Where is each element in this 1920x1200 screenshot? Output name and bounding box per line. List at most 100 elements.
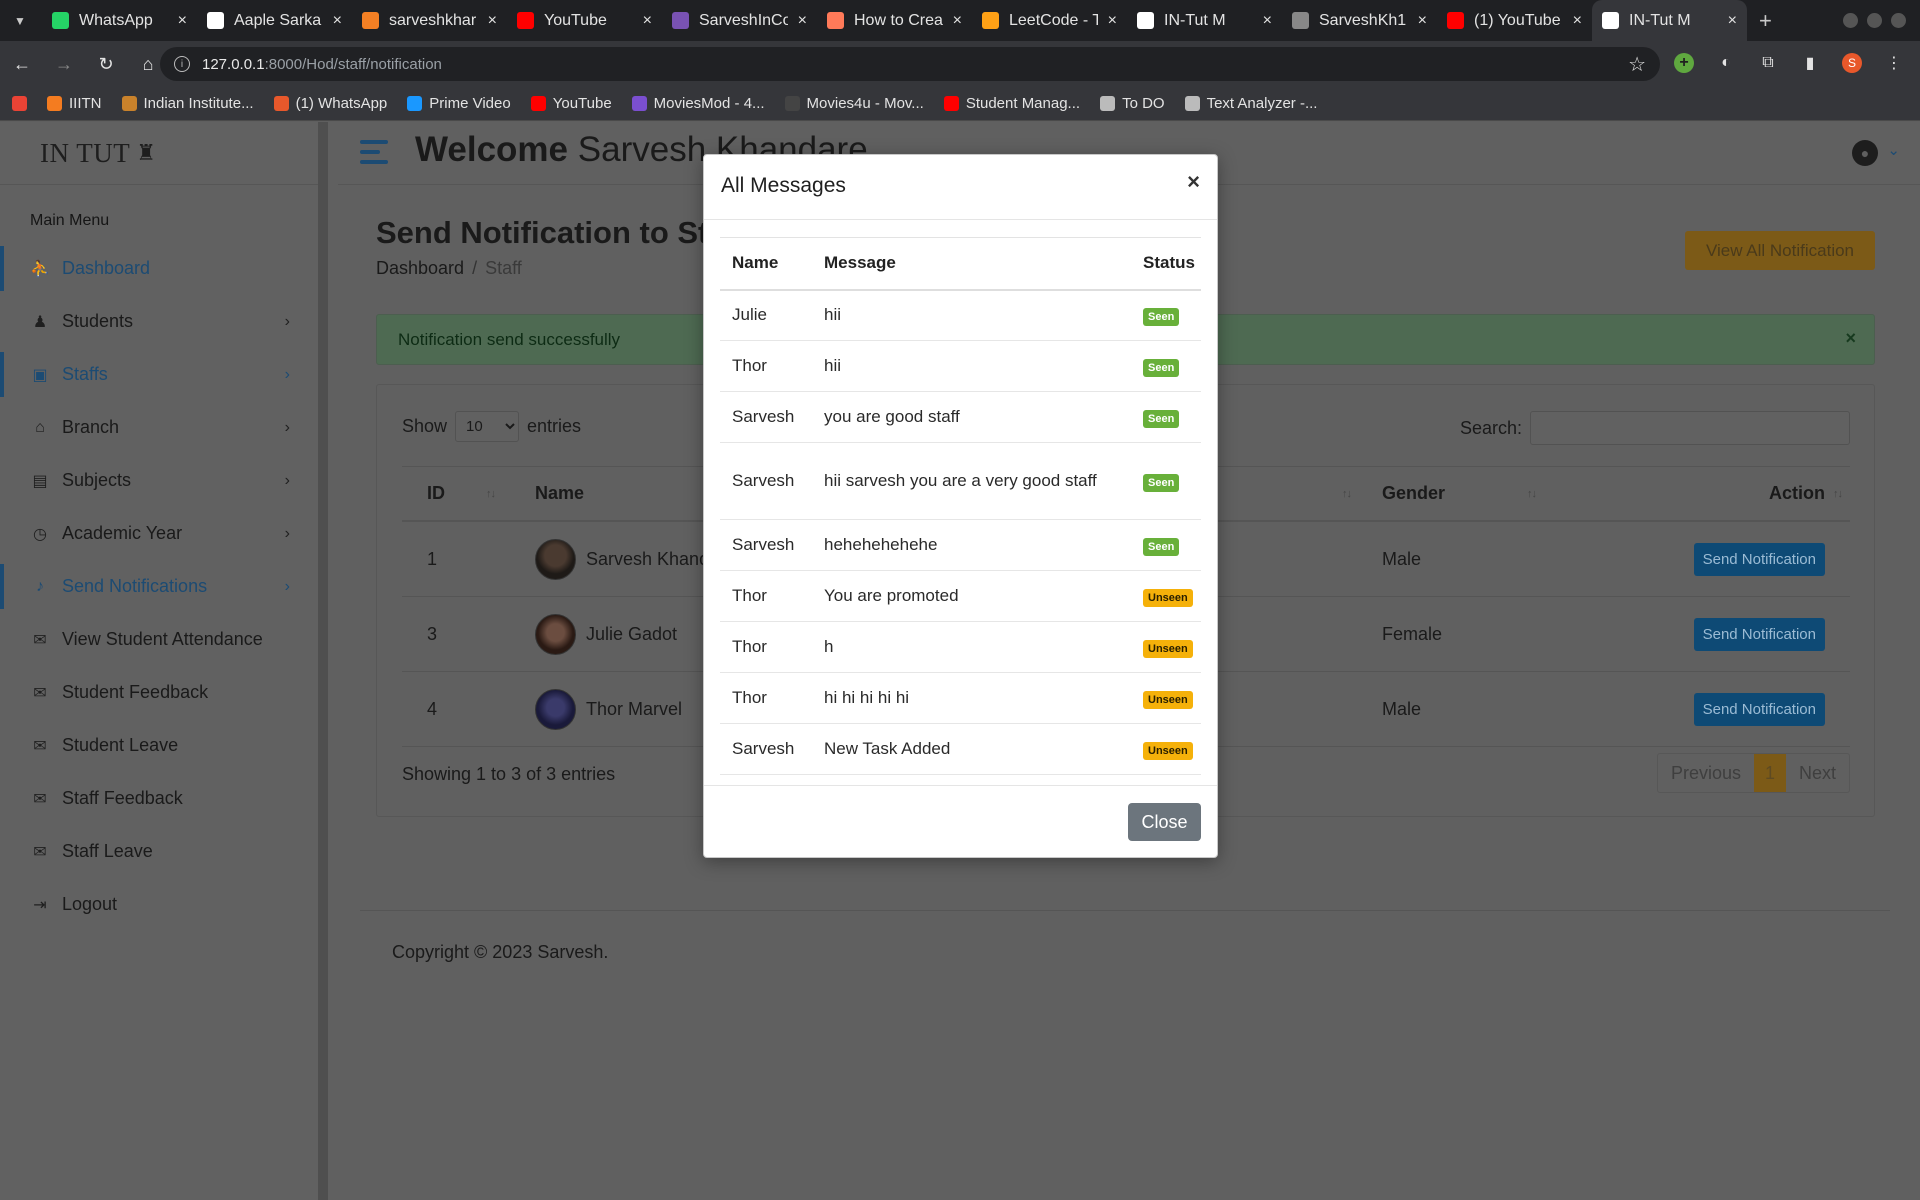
col-gender[interactable]: Gender [1382, 483, 1445, 504]
sidebar-item-label: Academic Year [62, 523, 183, 543]
browser-tab[interactable]: SarveshKh1 × [1282, 0, 1437, 41]
hamburger-menu-icon[interactable] [360, 140, 388, 164]
bookmark-item[interactable] [12, 96, 27, 111]
browser-tab[interactable]: sarveshkhar × [352, 0, 507, 41]
extensions-puzzle-icon[interactable]: ⧉ [1758, 53, 1778, 73]
sort-icon[interactable]: ↑↓ [1833, 488, 1843, 500]
entries-select[interactable]: 10 [455, 411, 520, 442]
forward-arrow-icon[interactable]: → [52, 52, 76, 76]
browser-menu-icon[interactable]: ⋮ [1884, 53, 1904, 73]
pagination-page[interactable]: 1 [1753, 754, 1786, 792]
col-id[interactable]: ID [427, 483, 445, 504]
alert-close-icon[interactable]: × [1845, 328, 1856, 349]
grammarly-extension-icon[interactable]: + [1674, 53, 1694, 73]
tab-search-chevron-icon[interactable]: ▼ [8, 9, 32, 33]
browser-tab[interactable]: (1) YouTube × [1437, 0, 1592, 41]
col-name[interactable]: Name [535, 483, 584, 504]
browser-tab[interactable]: YouTube × [507, 0, 662, 41]
status-badge: Seen [1143, 358, 1180, 377]
bookmark-item[interactable]: IIITN [47, 95, 102, 112]
send-notification-button[interactable]: Send Notification [1693, 617, 1825, 651]
sidebar-item-student-feedback[interactable]: ✉ Student Feedback [0, 666, 318, 719]
sort-icon[interactable]: ↑↓ [1342, 488, 1352, 500]
close-window-button[interactable] [1891, 13, 1906, 28]
entries-length-control: Show 10 entries [402, 411, 581, 442]
movies4u-icon [784, 96, 800, 111]
tab-close-icon[interactable]: × [643, 12, 652, 30]
browser-tab[interactable]: How to Crea × [817, 0, 972, 41]
message-status-cell: Seen [1131, 340, 1201, 392]
sidebar-item-staffs[interactable]: ▣ Staffs › [0, 348, 318, 401]
tab-close-icon[interactable]: × [1108, 12, 1117, 30]
breadcrumb-home[interactable]: Dashboard [376, 258, 464, 278]
search-label: Search: [1459, 417, 1522, 438]
tab-close-icon[interactable]: × [1728, 12, 1737, 30]
sidebar-item-student-leave[interactable]: ✉ Student Leave [0, 719, 318, 772]
sidebar-item-academic-year[interactable]: ◷ Academic Year › [0, 507, 318, 560]
message-status-cell: Unseen [1131, 672, 1201, 724]
sidebar-item-subjects[interactable]: ▤ Subjects › [0, 454, 318, 507]
minimize-button[interactable] [1843, 13, 1858, 28]
close-button[interactable]: Close [1128, 803, 1201, 841]
logo-text: IN TUT [40, 137, 131, 168]
sidebar-item-logout[interactable]: ⇥ Logout [0, 878, 318, 931]
bookmark-item[interactable]: Text Analyzer -... [1184, 95, 1317, 112]
col-action: Action [1769, 483, 1825, 503]
sidebar-item-send-notifications[interactable]: ♪ Send Notifications › [0, 560, 318, 613]
dashboard-icon: ⛹ [30, 260, 50, 278]
reload-icon[interactable]: ↻ [94, 52, 118, 76]
back-arrow-icon[interactable]: ← [10, 52, 34, 76]
search-input[interactable] [1530, 411, 1850, 445]
tab-close-icon[interactable]: × [1263, 12, 1272, 30]
sort-icon[interactable]: ↑↓ [1527, 488, 1537, 500]
home-icon[interactable]: ⌂ [136, 52, 160, 76]
site-info-icon[interactable]: i [174, 56, 190, 72]
bookmark-star-icon[interactable]: ☆ [1628, 52, 1646, 77]
send-notification-button[interactable]: Send Notification [1693, 542, 1825, 576]
tab-close-icon[interactable]: × [1418, 12, 1427, 30]
bookmark-item[interactable]: MoviesMod - 4... [631, 95, 765, 112]
browser-tab[interactable]: LeetCode - T × [972, 0, 1127, 41]
pagination-previous[interactable]: Previous [1658, 754, 1754, 792]
address-bar[interactable]: i 127.0.0.1:8000/Hod/staff/notification … [160, 47, 1660, 81]
sidebar-item-view-student-attendance[interactable]: ✉ View Student Attendance [0, 613, 318, 666]
tab-close-icon[interactable]: × [488, 12, 497, 30]
bookmark-item[interactable]: Student Manag... [943, 95, 1080, 112]
chevron-down-icon[interactable]: ⌄ [1887, 141, 1900, 159]
sidebar-item-staff-leave[interactable]: ✉ Staff Leave [0, 825, 318, 878]
browser-tab[interactable]: Aaple Sarka × [197, 0, 352, 41]
sidebar-item-students[interactable]: ♟ Students › [0, 295, 318, 348]
tab-close-icon[interactable]: × [178, 12, 187, 30]
dark-extension-icon[interactable]: ◐ [1716, 53, 1736, 73]
profile-avatar-icon[interactable]: S [1842, 53, 1862, 73]
modal-close-icon[interactable]: × [1187, 169, 1200, 195]
bookmark-item[interactable]: Indian Institute... [121, 95, 254, 112]
tab-close-icon[interactable]: × [953, 12, 962, 30]
browser-tab[interactable]: SarveshInCo × [662, 0, 817, 41]
sidebar-item-staff-feedback[interactable]: ✉ Staff Feedback [0, 772, 318, 825]
bookmark-item[interactable]: Movies4u - Mov... [784, 95, 924, 112]
side-panel-icon[interactable]: ▮ [1800, 53, 1820, 73]
message-status-cell: Unseen [1131, 723, 1201, 775]
sidebar-item-dashboard[interactable]: ⛹ Dashboard [0, 242, 318, 295]
user-avatar-icon[interactable]: ● [1852, 140, 1878, 166]
pagination-next[interactable]: Next [1786, 754, 1849, 792]
tab-close-icon[interactable]: × [1573, 12, 1582, 30]
bookmark-item[interactable]: YouTube [530, 95, 612, 112]
message-text: You are promoted [812, 570, 1131, 622]
app-logo[interactable]: IN TUT ♜ [0, 122, 318, 185]
sort-icon[interactable]: ↑↓ [486, 488, 496, 500]
new-tab-button[interactable]: + [1759, 8, 1772, 34]
view-all-notification-button[interactable]: View All Notification [1685, 231, 1875, 270]
tab-close-icon[interactable]: × [333, 12, 342, 30]
browser-tab[interactable]: IN-Tut M × [1127, 0, 1282, 41]
bookmark-item[interactable]: To DO [1100, 95, 1165, 112]
bookmark-item[interactable]: (1) WhatsApp [273, 95, 387, 112]
browser-tab[interactable]: IN-Tut M × [1592, 0, 1747, 41]
sidebar-item-branch[interactable]: ⌂ Branch › [0, 401, 318, 454]
send-notification-button[interactable]: Send Notification [1693, 692, 1825, 726]
bookmark-item[interactable]: Prime Video [407, 95, 511, 112]
tab-close-icon[interactable]: × [798, 12, 807, 30]
maximize-button[interactable] [1867, 13, 1882, 28]
browser-tab[interactable]: WhatsApp × [42, 0, 197, 41]
